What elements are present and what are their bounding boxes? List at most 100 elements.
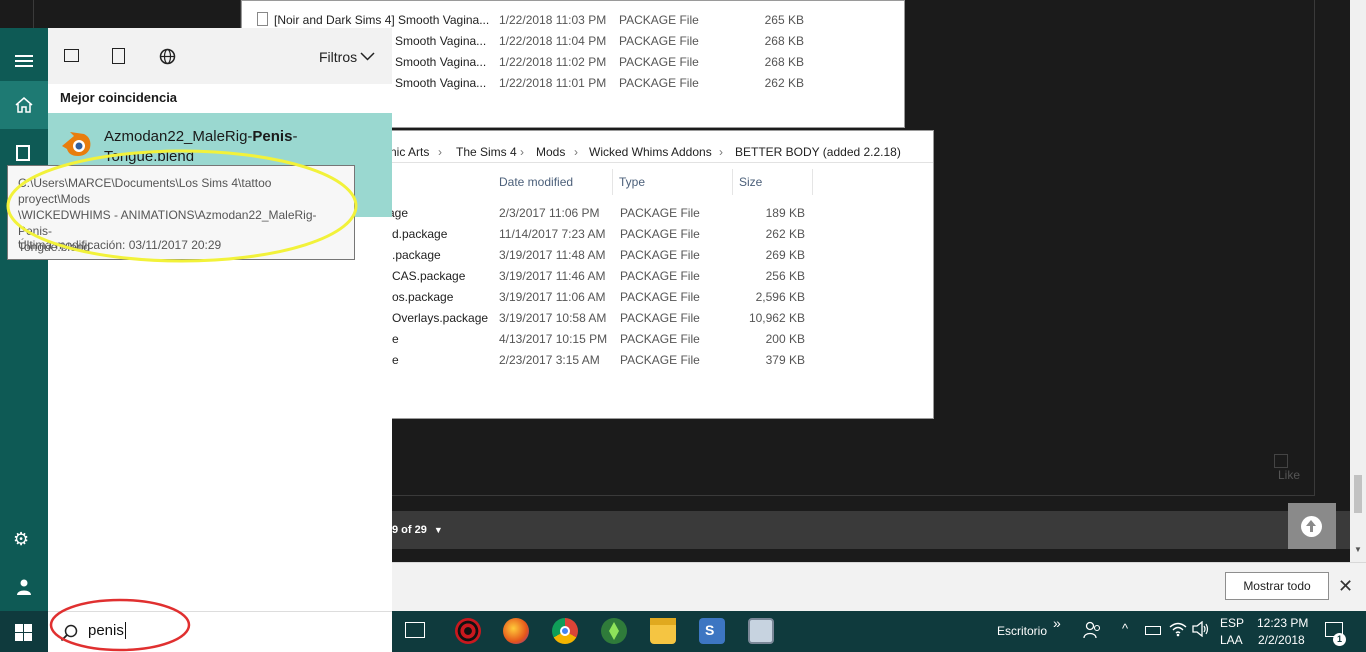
language-bottom[interactable]: LAA [1220, 633, 1243, 647]
documents-filter-icon[interactable] [112, 48, 125, 64]
file-size: 269 KB [765, 248, 805, 262]
file-name: [Noir and Dark Sims 4] Smooth Vagina... [274, 13, 490, 27]
task-view-icon[interactable] [405, 622, 425, 638]
file-date: 1/22/2018 11:03 PM [499, 13, 607, 27]
feedback-button[interactable] [0, 563, 48, 611]
yellow-annotation-ellipse [6, 149, 358, 263]
apps-filter-icon[interactable] [64, 49, 79, 62]
breadcrumb-item[interactable]: Mods [536, 145, 565, 159]
like-label: Like [1278, 468, 1301, 482]
file-date: 1/22/2018 11:04 PM [499, 34, 607, 48]
search-filter-toolbar: Filtros [48, 28, 392, 84]
desktop-toolbar-label[interactable]: Escritorio [997, 624, 1047, 638]
breadcrumb-separator: › [719, 145, 723, 159]
file-name: .package [392, 248, 441, 262]
wifi-icon[interactable] [1169, 621, 1187, 637]
scroll-to-top-button[interactable] [1288, 503, 1336, 549]
file-date: 2/23/2017 3:15 AM [499, 353, 600, 367]
home-button[interactable] [0, 81, 48, 129]
settings-button[interactable]: ⚙ [0, 515, 48, 563]
breadcrumb-item[interactable]: nic Arts [390, 145, 429, 159]
pagination-selector[interactable]: 9 of 29 ▼ [392, 524, 443, 536]
home-icon [15, 97, 33, 113]
windows-logo-icon [15, 624, 32, 641]
chevron-up-icon[interactable]: ^ [1122, 621, 1128, 636]
file-name: e [392, 353, 399, 367]
like-widget[interactable]: Like [1272, 454, 1304, 484]
file-type: PACKAGE File [620, 332, 700, 346]
breadcrumb-separator: › [574, 145, 578, 159]
volume-icon[interactable] [1192, 621, 1210, 637]
file-type: PACKAGE File [620, 227, 700, 241]
close-download-bar-icon[interactable]: ✕ [1338, 576, 1353, 597]
file-date: 3/19/2017 11:46 AM [499, 269, 606, 283]
file-size: 262 KB [764, 76, 804, 90]
file-row[interactable]: [Noir and Dark Sims 4] Smooth Vagina... … [242, 9, 904, 30]
file-name: d.package [392, 227, 448, 241]
file-size: 268 KB [764, 55, 804, 69]
page-divider [1314, 0, 1315, 495]
file-name: Smooth Vagina... [395, 55, 487, 69]
scrollbar-thumb[interactable] [1354, 475, 1362, 513]
file-size: 2,596 KB [755, 290, 805, 304]
breadcrumb-item[interactable]: Wicked Whims Addons [589, 145, 712, 159]
app-target-icon[interactable] [455, 618, 481, 644]
toolbar-overflow-icon[interactable]: » [1053, 615, 1061, 631]
column-header-type[interactable]: Type [613, 169, 733, 195]
battery-icon[interactable] [1145, 626, 1161, 635]
column-header-size[interactable]: Size [733, 169, 813, 195]
sims-plumbob-icon[interactable] [601, 618, 627, 644]
caret-down-icon: ▼ [433, 525, 443, 535]
file-name: CAS.package [392, 269, 466, 283]
file-size: 189 KB [765, 206, 805, 220]
clock-date[interactable]: 2/2/2018 [1258, 633, 1305, 647]
show-all-downloads-button[interactable]: Mostrar todo [1225, 572, 1329, 600]
hamburger-icon [15, 55, 33, 57]
column-header-date[interactable]: Date modified [493, 169, 613, 195]
file-type: PACKAGE File [619, 76, 699, 90]
file-date: 3/19/2017 11:48 AM [499, 248, 606, 262]
page-scrollbar[interactable]: ▼ [1350, 0, 1366, 562]
file-size: 256 KB [765, 269, 805, 283]
clock-time[interactable]: 12:23 PM [1257, 616, 1308, 630]
result-title-match: Penis [252, 128, 293, 145]
people-icon[interactable] [1083, 621, 1103, 639]
file-name: Smooth Vagina... [395, 34, 487, 48]
breadcrumb-item[interactable]: BETTER BODY (added 2.2.18) [735, 145, 901, 159]
red-annotation-ellipse [49, 598, 191, 652]
result-title-prefix: Azmodan22_MaleRig- [104, 128, 253, 145]
file-name: Overlays.package [392, 311, 489, 325]
firefox-icon[interactable] [503, 618, 529, 644]
breadcrumb-item[interactable]: The Sims 4 [456, 145, 517, 159]
file-icon [257, 12, 268, 26]
chrome-icon[interactable] [552, 618, 578, 644]
like-icon [1274, 454, 1288, 468]
feedback-icon [17, 579, 31, 595]
file-type: PACKAGE File [620, 311, 700, 325]
gear-icon: ⚙ [13, 529, 30, 549]
scroll-down-arrow-icon[interactable]: ▼ [1354, 545, 1362, 554]
download-bar [392, 562, 1366, 611]
menu-button[interactable] [0, 33, 48, 81]
file-date: 2/3/2017 11:06 PM [499, 206, 600, 220]
file-date: 3/19/2017 11:06 AM [499, 290, 606, 304]
sims4-studio-icon[interactable]: S [699, 618, 725, 644]
filters-dropdown[interactable]: Filtros [319, 49, 357, 65]
file-type: PACKAGE File [619, 13, 699, 27]
web-filter-icon[interactable] [159, 48, 176, 65]
file-date: 3/19/2017 10:58 AM [499, 311, 607, 325]
file-date: 11/14/2017 7:23 AM [499, 227, 606, 241]
image-viewer-icon[interactable] [748, 618, 774, 644]
file-date: 1/22/2018 11:01 PM [499, 76, 607, 90]
pagination-bar [392, 511, 1352, 549]
file-name: os.package [392, 290, 454, 304]
chevron-down-icon[interactable] [360, 52, 375, 61]
file-type: PACKAGE File [620, 353, 700, 367]
file-type: PACKAGE File [620, 269, 700, 283]
language-top[interactable]: ESP [1220, 616, 1244, 630]
file-date: 1/22/2018 11:02 PM [499, 55, 607, 69]
filters-label: Filtros [319, 49, 358, 65]
start-button[interactable] [0, 611, 48, 652]
file-explorer-icon[interactable] [650, 618, 676, 644]
file-size: 265 KB [764, 13, 804, 27]
